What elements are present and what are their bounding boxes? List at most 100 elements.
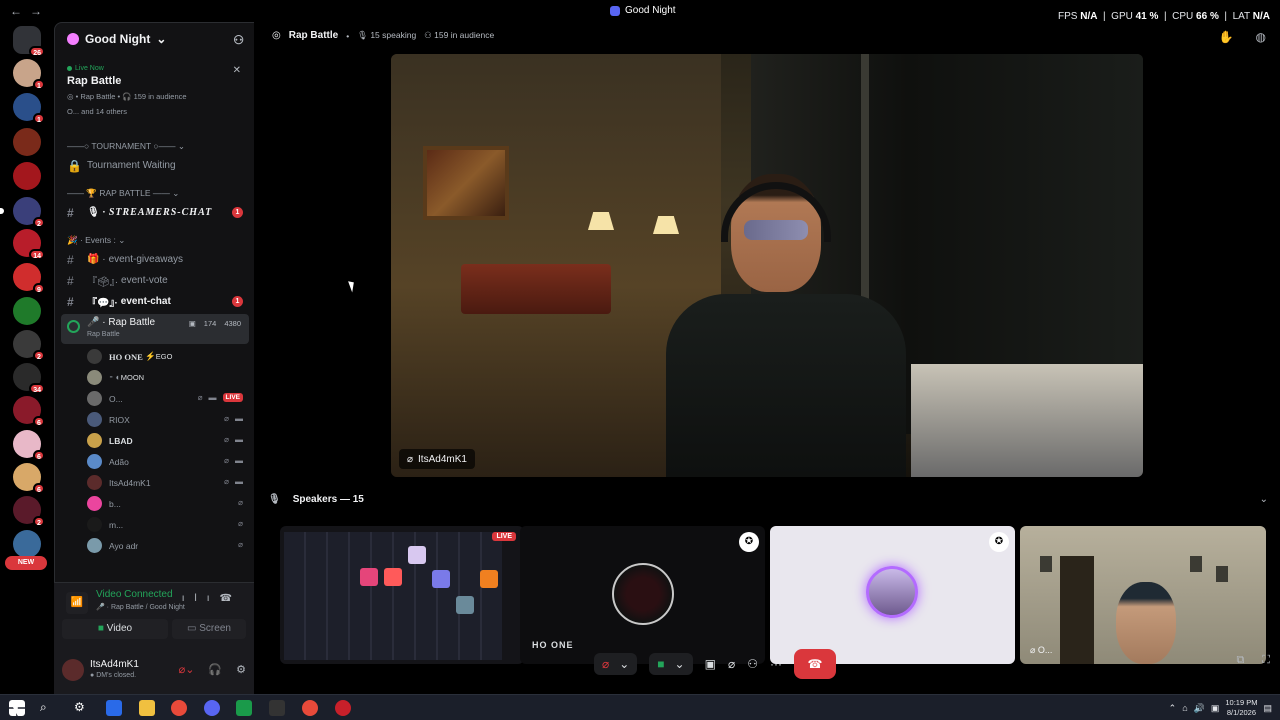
server-badge: 2 bbox=[33, 350, 45, 361]
new-unreads-pill[interactable]: NEW bbox=[5, 556, 47, 570]
discord-app: ←→ Good Night FPS N/A | GPU 41 % | CPU 6… bbox=[0, 0, 1280, 694]
chrome-icon[interactable] bbox=[302, 700, 318, 716]
fullscreen-icon[interactable]: ⛶ bbox=[1262, 654, 1270, 667]
popout-icon[interactable]: ⧉ bbox=[1236, 654, 1244, 667]
back-forward-icon[interactable]: ←→ bbox=[10, 4, 50, 18]
member-item[interactable]: RIOX ⌀ ▬ bbox=[55, 409, 255, 430]
headphones-icon[interactable]: 🎧 bbox=[208, 663, 222, 676]
member-tag: EGO bbox=[155, 352, 173, 361]
member-item[interactable]: LBAD ⌀ ▬ bbox=[55, 430, 255, 451]
server-icon[interactable]: 2 bbox=[0, 197, 45, 228]
member-name: Ayo adr bbox=[109, 540, 139, 551]
file-explorer-icon[interactable] bbox=[139, 700, 155, 716]
mic-toggle[interactable]: ⌀ ⌄ bbox=[594, 653, 638, 675]
main-video-feed[interactable]: ⌀ ItsAd4mK1 bbox=[391, 54, 1143, 477]
invite-speaker-icon[interactable]: ⚇ bbox=[747, 657, 758, 671]
voice-channel-rap-battle[interactable]: 🎤 · Rap Battle Rap Battle ▣ 174 4380 bbox=[61, 314, 249, 344]
gear-icon[interactable]: ⚙ bbox=[236, 663, 246, 676]
noise-suppression-icon[interactable]: ılı bbox=[182, 593, 220, 604]
server-badge: 9 bbox=[33, 283, 45, 294]
server-icon[interactable]: 9 bbox=[13, 263, 45, 294]
speaker-tile-screenshare[interactable]: LIVE bbox=[280, 526, 524, 664]
member-item[interactable]: m... ⌀ bbox=[55, 514, 255, 535]
server-icon[interactable]: 6 bbox=[13, 463, 45, 494]
app-icon[interactable] bbox=[335, 700, 351, 716]
inbox-icon[interactable]: ◍ bbox=[1256, 30, 1266, 44]
speaker-tile-ho-one[interactable]: HO ONE ✪ bbox=[520, 526, 765, 664]
category-label: Events : bbox=[85, 235, 116, 245]
server-icon[interactable]: 1 bbox=[13, 59, 45, 90]
server-badge: 2 bbox=[33, 516, 45, 527]
cpu-label: CPU bbox=[1172, 11, 1194, 22]
category-rap-battle[interactable]: —— 🏆 RAP BATTLE —— ⌄ bbox=[55, 184, 255, 202]
windows-start-icon[interactable] bbox=[9, 700, 25, 716]
cpu-value: 66 % bbox=[1196, 11, 1219, 22]
camera-toggle[interactable]: ■ ⌄ bbox=[649, 653, 693, 675]
server-header[interactable]: Good Night ⌄ ⚇ bbox=[55, 23, 254, 55]
speaker-tile-webcam[interactable]: ⌀ O... bbox=[1020, 526, 1266, 664]
mic-muted-icon[interactable]: ⌀⌄ bbox=[179, 663, 195, 676]
member-item[interactable]: O... ⌀ ▬ LIVE bbox=[55, 388, 255, 409]
discord-icon[interactable] bbox=[204, 700, 220, 716]
member-item[interactable]: Ayo adr ⌀ bbox=[55, 535, 255, 556]
server-icon[interactable]: 34 bbox=[13, 363, 45, 394]
server-icon[interactable] bbox=[13, 297, 41, 325]
notifications-icon[interactable]: ▤ bbox=[1263, 703, 1272, 714]
disconnect-icon[interactable]: ☎ bbox=[220, 593, 242, 604]
channel-event-giveaways[interactable]: # 🎁 · event-giveaways bbox=[55, 249, 255, 270]
leave-call-button[interactable]: ☎ bbox=[793, 649, 836, 679]
close-icon[interactable]: ✕ bbox=[233, 65, 241, 76]
chevron-down-icon[interactable]: ⌄ bbox=[1260, 494, 1268, 505]
server-icon[interactable]: 6 bbox=[13, 396, 45, 427]
member-item[interactable]: ⁃ ◐ MOON bbox=[55, 367, 255, 388]
server-icon[interactable] bbox=[13, 530, 41, 558]
selected-indicator bbox=[0, 208, 4, 214]
more-options-icon[interactable]: ··· bbox=[770, 657, 782, 671]
member-item[interactable]: HO ONE ⚡ EGO bbox=[55, 346, 255, 367]
signal-icon[interactable]: 📶 bbox=[66, 592, 88, 614]
server-icon[interactable]: 6 bbox=[13, 430, 45, 461]
wall-picture bbox=[1190, 556, 1202, 572]
direct-messages-icon[interactable]: 26 bbox=[13, 26, 45, 57]
member-item[interactable]: b... ⌀ bbox=[55, 493, 255, 514]
server-icon[interactable]: 2 bbox=[13, 330, 45, 361]
server-icon[interactable] bbox=[13, 128, 41, 156]
channel-event-chat[interactable]: # 『💬』· event-chat 1 bbox=[55, 291, 255, 312]
server-icon[interactable]: 14 bbox=[13, 229, 45, 260]
speaker-tile-avatar[interactable]: ✪ bbox=[770, 526, 1015, 664]
tray-app-icon[interactable]: ▣ bbox=[1211, 703, 1220, 714]
category-events[interactable]: 🎉 · Events : ⌄ bbox=[55, 231, 255, 249]
chevron-up-icon[interactable]: ⌃ bbox=[1169, 703, 1177, 714]
member-item[interactable]: Adão ⌀ ▬ bbox=[55, 451, 255, 472]
gear-icon[interactable]: ⚙ bbox=[74, 700, 90, 716]
raise-hand-icon[interactable]: ✋ bbox=[1219, 30, 1234, 44]
avatar[interactable] bbox=[62, 659, 84, 681]
invite-people-icon[interactable]: ⚇ bbox=[233, 33, 244, 47]
live-stage-card[interactable]: Live Now Rap Battle ◎ • Rap Battle • 🎧 1… bbox=[61, 59, 249, 129]
activity-icon[interactable]: ⌀ bbox=[728, 657, 735, 671]
member-name: O... bbox=[109, 393, 123, 404]
voice-counts: ▣ 174 4380 bbox=[188, 319, 241, 328]
app-icon[interactable] bbox=[236, 700, 252, 716]
channel-event-vote[interactable]: # 『🗳』· event-vote bbox=[55, 270, 255, 291]
server-icon[interactable]: 2 bbox=[13, 496, 45, 527]
channel-tournament-waiting[interactable]: 🔒 Tournament Waiting bbox=[55, 155, 255, 176]
screen-share-icon[interactable]: ▣ bbox=[705, 657, 716, 671]
volume-icon[interactable]: 🔊 bbox=[1194, 703, 1205, 714]
app-icon[interactable] bbox=[269, 700, 285, 716]
channel-streamers-chat[interactable]: # 🎙 · STREAMERS-CHAT 1 bbox=[55, 202, 255, 223]
server-icon[interactable] bbox=[13, 162, 41, 190]
clock[interactable]: 10:19 PM 8/1/2026 bbox=[1225, 698, 1257, 718]
store-icon[interactable] bbox=[106, 700, 122, 716]
screen-share-button[interactable]: ▭ Screen bbox=[172, 619, 246, 639]
chrome-icon[interactable] bbox=[171, 700, 187, 716]
network-icon[interactable]: ⌂ bbox=[1182, 703, 1187, 713]
category-tournament[interactable]: ——○ TOURNAMENT ○—— ⌄ bbox=[55, 137, 255, 155]
member-item[interactable]: ItsAd4mK1 ⌀ ▬ bbox=[55, 472, 255, 493]
video-button[interactable]: ■ Video bbox=[62, 619, 168, 639]
stage-view: ◎ Rap Battle • 🎙 15 speaking ⚇ 159 in au… bbox=[254, 22, 1280, 694]
server-icon[interactable]: 1 bbox=[13, 93, 45, 124]
live-title: Rap Battle bbox=[67, 75, 122, 87]
search-icon[interactable]: ⌕ bbox=[40, 700, 56, 716]
live-dot-icon bbox=[67, 66, 72, 71]
